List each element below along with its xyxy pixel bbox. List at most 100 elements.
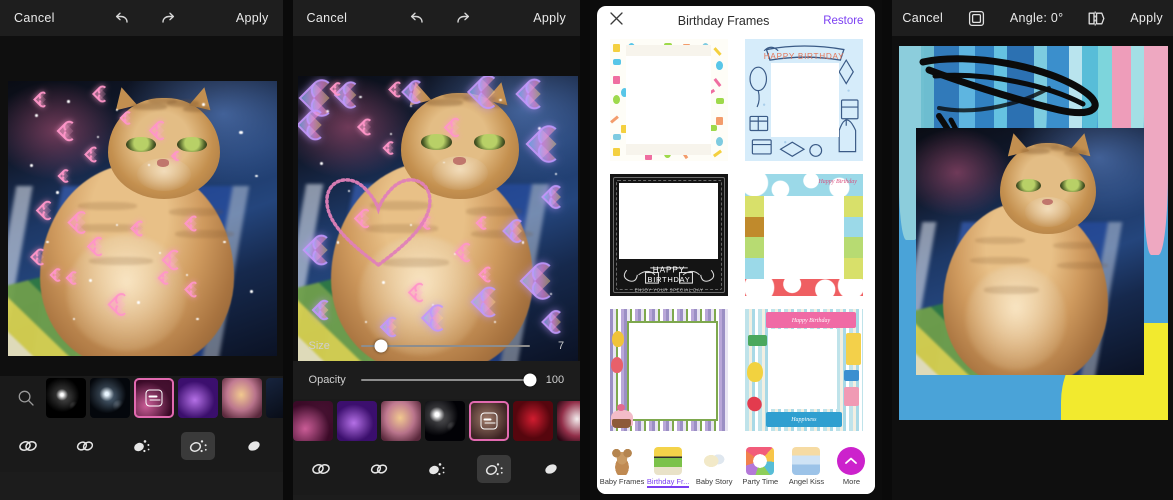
opacity-slider-label: Opacity bbox=[308, 374, 346, 386]
frame-option-blue-happy-birthday-doodle-frame[interactable]: HAPPY BIRTHDAY bbox=[739, 36, 869, 165]
brush-settings-icon[interactable] bbox=[480, 412, 498, 430]
panel-divider-3 bbox=[882, 0, 893, 500]
frame-option-striped-balloons-cake-frame[interactable] bbox=[603, 305, 734, 434]
undo-icon[interactable] bbox=[112, 8, 134, 28]
close-icon[interactable] bbox=[609, 11, 624, 31]
svg-text:HAPPY: HAPPY bbox=[652, 266, 685, 275]
panel4-topbar: Cancel Angle: 0° Apply bbox=[892, 0, 1173, 36]
frame-option-patchwork-happy-birthday-frame[interactable]: Happy Birthday bbox=[739, 170, 869, 300]
brush-thumbnail-purple-hearts-brush[interactable] bbox=[178, 378, 218, 418]
frame-option-chalkboard-happy-birthday-frame[interactable]: HAPPY BIRTHDAY ENJOY YOUR SPECIAL DAY bbox=[603, 170, 734, 300]
panel-brush-editor-1: Cancel Apply bbox=[0, 0, 283, 500]
redo-icon[interactable] bbox=[451, 8, 473, 28]
brush-thumbnail-red-petals-brush[interactable] bbox=[512, 401, 553, 441]
chevron-up-icon[interactable] bbox=[837, 446, 866, 475]
edited-photo-bubble-hearts[interactable] bbox=[297, 76, 578, 361]
brush-thumbnail-pink-hearts-brush[interactable] bbox=[292, 401, 333, 441]
more-label: More bbox=[842, 476, 860, 486]
frame-subtext: Happiness bbox=[791, 416, 817, 423]
tab-party-time[interactable]: Party Time bbox=[737, 446, 783, 486]
more-categories-button[interactable]: More bbox=[829, 446, 873, 486]
size-slider-value: 7 bbox=[557, 340, 565, 352]
tab-birthday-fr[interactable]: Birthday Fr... bbox=[645, 446, 691, 486]
brush-settings-icon[interactable] bbox=[145, 389, 163, 407]
brush-link-tool[interactable] bbox=[304, 455, 338, 483]
frame-grid[interactable]: HAPPY BIRTHDAY HAPPY BIRTHDAY ENJOY YOUR… bbox=[597, 36, 876, 438]
panel1-canvas-area[interactable] bbox=[0, 36, 283, 376]
brush-thumbnail-iridescent-hearts-brush[interactable] bbox=[380, 401, 421, 441]
search-icon[interactable] bbox=[6, 389, 46, 407]
cancel-button[interactable]: Cancel bbox=[902, 11, 943, 25]
frame-option-confetti-gifts-balloons-frame[interactable] bbox=[603, 36, 734, 165]
opacity-slider-value: 100 bbox=[545, 374, 565, 386]
panel2-canvas-area[interactable]: Size 7 bbox=[292, 36, 581, 361]
apply-button[interactable]: Apply bbox=[1130, 11, 1163, 25]
size-slider-track[interactable] bbox=[360, 339, 531, 353]
opacity-slider-track[interactable] bbox=[360, 373, 537, 387]
brush-thumbnail-white-sparkle-star-brush[interactable] bbox=[46, 378, 86, 418]
tab-angel-kiss[interactable]: Angel Kiss bbox=[783, 446, 829, 486]
frame-picker-sheet: Birthday Frames Restore HAPPY BIRTHDAY H… bbox=[596, 6, 876, 494]
edited-photo-hearts[interactable] bbox=[8, 81, 277, 356]
brush-thumbnail-iridescent-hearts-brush[interactable] bbox=[222, 378, 262, 418]
screenshot-root: Cancel Apply Cancel Apply Size 7 Opacity… bbox=[0, 0, 1173, 500]
frame-option-scrapbook-happiness-frame[interactable]: Happy Birthday Happiness bbox=[739, 305, 869, 434]
panel-brush-editor-2: Cancel Apply Size 7 Opacity 100 bbox=[292, 0, 581, 500]
apply-button[interactable]: Apply bbox=[533, 11, 566, 25]
size-slider-row[interactable]: Size 7 bbox=[293, 331, 581, 361]
tab-baby-story[interactable]: Baby Story bbox=[691, 446, 737, 486]
panel2-topbar: Cancel Apply bbox=[292, 0, 581, 36]
panel1-tool-row[interactable] bbox=[0, 420, 283, 472]
undo-icon[interactable] bbox=[407, 8, 429, 28]
page-title: Birthday Frames bbox=[677, 14, 770, 28]
brush-thumbnail-white-sparkle-brush[interactable] bbox=[424, 401, 465, 441]
mirror-flip-icon[interactable] bbox=[1086, 8, 1108, 28]
collage-canvas[interactable] bbox=[899, 46, 1169, 420]
brush-chain-tool[interactable] bbox=[362, 455, 396, 483]
tab-baby-frames[interactable]: Baby Frames bbox=[599, 446, 645, 486]
panel1-topbar: Cancel Apply bbox=[0, 0, 283, 36]
redo-icon[interactable] bbox=[156, 8, 178, 28]
tab-label: Angel Kiss bbox=[788, 476, 825, 486]
panel-collage-editor: Cancel Angle: 0° Apply bbox=[892, 0, 1173, 500]
drawn-heart-stroke bbox=[314, 167, 443, 270]
brush-spray-tool[interactable] bbox=[180, 432, 215, 460]
square-frame-icon[interactable] bbox=[966, 8, 988, 28]
brush-scatter-tool[interactable] bbox=[124, 432, 158, 460]
brush-chain-tool[interactable] bbox=[68, 432, 102, 460]
panel4-canvas-area[interactable] bbox=[892, 36, 1173, 500]
birthday-cupcake-icon bbox=[654, 446, 683, 475]
svg-text:ENJOY YOUR SPECIAL DAY: ENJOY YOUR SPECIAL DAY bbox=[634, 287, 703, 292]
panel2-brush-strip[interactable] bbox=[292, 399, 581, 443]
eraser-tool[interactable] bbox=[534, 455, 568, 483]
panel2-tool-row[interactable] bbox=[292, 443, 581, 495]
svg-text:BIRTHDAY: BIRTHDAY bbox=[647, 275, 690, 284]
brush-link-tool[interactable] bbox=[11, 432, 45, 460]
svg-text:HAPPY BIRTHDAY: HAPPY BIRTHDAY bbox=[764, 52, 845, 61]
brush-thumbnail-white-heart-brush[interactable] bbox=[556, 401, 581, 441]
cancel-button[interactable]: Cancel bbox=[307, 11, 348, 25]
panel-divider-2 bbox=[580, 0, 590, 500]
tab-label: Birthday Fr... bbox=[646, 476, 690, 486]
size-slider-label: Size bbox=[308, 340, 330, 352]
opacity-slider-row[interactable]: Opacity 100 bbox=[293, 361, 581, 399]
brush-thumbnail-dark-brush[interactable] bbox=[266, 378, 283, 418]
opacity-slider-knob[interactable] bbox=[523, 373, 537, 387]
baby-story-icon bbox=[700, 446, 729, 475]
brush-thumbnail-rose-pattern-brush[interactable] bbox=[468, 401, 509, 441]
category-tab-bar[interactable]: Baby Frames Birthday Fr... Baby Story Party… bbox=[596, 438, 876, 494]
brush-scatter-tool[interactable] bbox=[419, 455, 453, 483]
eraser-tool[interactable] bbox=[237, 432, 271, 460]
panel1-brush-strip[interactable] bbox=[0, 376, 283, 420]
cancel-button[interactable]: Cancel bbox=[14, 11, 55, 25]
apply-button[interactable]: Apply bbox=[236, 11, 269, 25]
frame-text: Happy Birthday bbox=[818, 178, 857, 185]
collage-photo[interactable] bbox=[915, 128, 1145, 376]
tab-label: Party Time bbox=[742, 476, 779, 486]
brush-thumbnail-purple-hearts-brush[interactable] bbox=[336, 401, 377, 441]
size-slider-knob[interactable] bbox=[374, 339, 388, 353]
brush-thumbnail-pink-hearts-brush[interactable] bbox=[134, 378, 174, 418]
brush-thumbnail-blue-sparkle-brush[interactable] bbox=[90, 378, 130, 418]
restore-button[interactable]: Restore bbox=[823, 15, 863, 27]
brush-spray-tool[interactable] bbox=[476, 455, 511, 483]
